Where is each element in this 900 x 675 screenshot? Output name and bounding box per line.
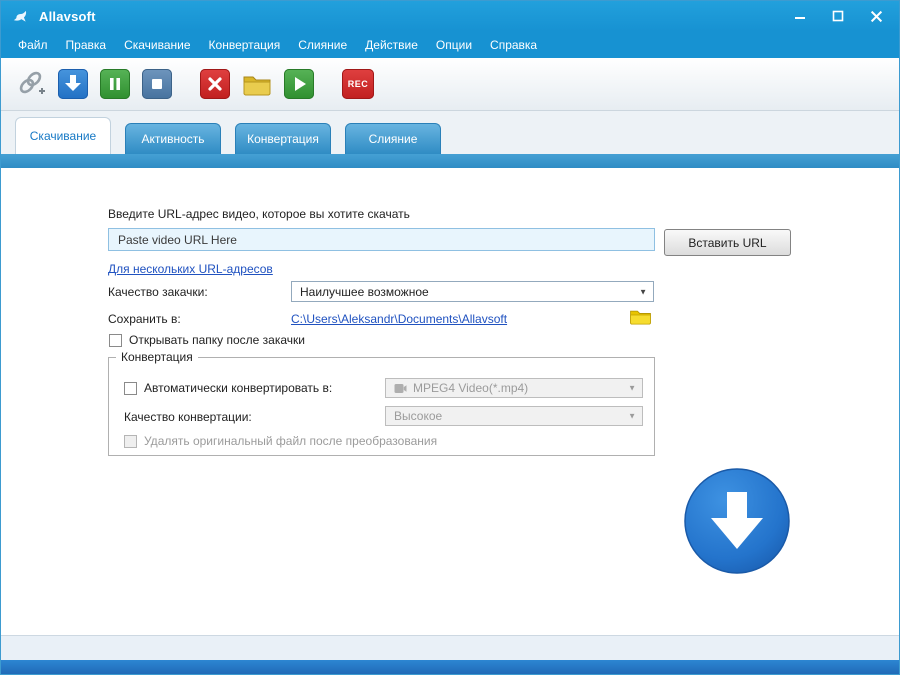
multiple-urls-link[interactable]: Для нескольких URL-адресов	[108, 262, 273, 276]
pause-icon	[101, 70, 129, 98]
conversion-group-title: Конвертация	[116, 350, 198, 364]
delete-original-row: Удалять оригинальный файл после преобраз…	[124, 434, 437, 448]
big-download-arrow-icon	[684, 468, 790, 574]
open-folder-checkbox[interactable]	[109, 334, 122, 347]
open-folder-button[interactable]	[242, 69, 272, 99]
auto-convert-row: Автоматически конвертировать в:	[124, 381, 332, 395]
menu-download[interactable]: Скачивание	[115, 33, 199, 57]
tab-strip	[1, 154, 899, 168]
convert-quality-select[interactable]: Высокое ▼	[385, 406, 643, 426]
save-path-link[interactable]: C:\Users\Aleksandr\Documents\Allavsoft	[291, 312, 507, 326]
menu-merge[interactable]: Слияние	[289, 33, 356, 57]
menu-edit[interactable]: Правка	[57, 33, 116, 57]
auto-convert-checkbox-label: Автоматически конвертировать в:	[144, 381, 332, 395]
delete-original-checkbox[interactable]	[124, 435, 137, 448]
chain-plus-icon	[16, 69, 46, 99]
folder-icon	[242, 71, 272, 97]
stop-icon	[143, 70, 171, 98]
record-button[interactable]: REC	[342, 69, 374, 99]
auto-convert-checkbox[interactable]	[124, 382, 137, 395]
dropdown-arrow-icon: ▼	[628, 412, 636, 421]
window-title: Allavsoft	[39, 9, 96, 24]
big-download-button[interactable]	[684, 468, 790, 574]
browse-folder-icon[interactable]	[629, 307, 652, 329]
play-icon	[285, 70, 313, 98]
rec-label: REC	[348, 79, 369, 89]
delete-original-checkbox-label: Удалять оригинальный файл после преобраз…	[144, 434, 437, 448]
minimize-button[interactable]	[785, 4, 815, 28]
download-quality-label: Качество закачки:	[108, 285, 208, 299]
dropdown-arrow-icon: ▼	[628, 384, 636, 393]
video-format-icon	[394, 383, 407, 394]
tab-merge[interactable]: Слияние	[345, 123, 441, 154]
x-icon	[201, 70, 229, 98]
convert-format-select[interactable]: MPEG4 Video(*.mp4) ▼	[385, 378, 643, 398]
url-prompt-label: Введите URL-адрес видео, которое вы хоти…	[108, 207, 410, 221]
tab-convert[interactable]: Конвертация	[235, 123, 331, 154]
menu-bar: Файл Правка Скачивание Конвертация Слиян…	[1, 31, 899, 58]
title-bar: Allavsoft	[1, 1, 899, 31]
menu-options[interactable]: Опции	[427, 33, 481, 57]
cancel-button[interactable]	[200, 69, 230, 99]
tab-bar: Скачивание Активность Конвертация Слияни…	[1, 111, 899, 154]
download-arrow-icon	[59, 70, 87, 98]
open-folder-after-download-row: Открывать папку после закачки	[109, 333, 305, 347]
add-url-button[interactable]	[16, 69, 46, 99]
menu-file[interactable]: Файл	[9, 33, 57, 57]
close-button[interactable]	[861, 4, 891, 28]
start-download-button[interactable]	[58, 69, 88, 99]
window-controls	[785, 1, 891, 31]
convert-quality-value: Высокое	[394, 409, 442, 423]
paste-url-button[interactable]: Вставить URL	[664, 229, 791, 256]
pause-button[interactable]	[100, 69, 130, 99]
maximize-button[interactable]	[823, 4, 853, 28]
allavsoft-window: Allavsoft Файл Правка Скачивание Конверт…	[0, 0, 900, 675]
tab-download[interactable]: Скачивание	[15, 117, 111, 154]
url-input[interactable]	[108, 228, 655, 251]
download-quality-value: Наилучшее возможное	[300, 285, 429, 299]
dropdown-arrow-icon: ▼	[639, 287, 647, 296]
convert-quality-label: Качество конвертации:	[124, 410, 252, 424]
allavsoft-logo-icon	[11, 6, 31, 26]
download-tab-panel: Введите URL-адрес видео, которое вы хоти…	[1, 168, 899, 635]
conversion-groupbox: Конвертация Автоматически конвертировать…	[108, 357, 655, 456]
convert-format-value: MPEG4 Video(*.mp4)	[413, 381, 528, 395]
play-button[interactable]	[284, 69, 314, 99]
open-folder-checkbox-label: Открывать папку после закачки	[129, 333, 305, 347]
save-to-label: Сохранить в:	[108, 312, 181, 326]
toolbar: REC	[1, 58, 899, 111]
tab-activity[interactable]: Активность	[125, 123, 221, 154]
menu-help[interactable]: Справка	[481, 33, 546, 57]
stop-button[interactable]	[142, 69, 172, 99]
download-quality-select[interactable]: Наилучшее возможное ▼	[291, 281, 654, 302]
bottom-bar	[1, 660, 899, 675]
menu-action[interactable]: Действие	[356, 33, 427, 57]
status-bar	[1, 635, 899, 660]
menu-convert[interactable]: Конвертация	[200, 33, 290, 57]
